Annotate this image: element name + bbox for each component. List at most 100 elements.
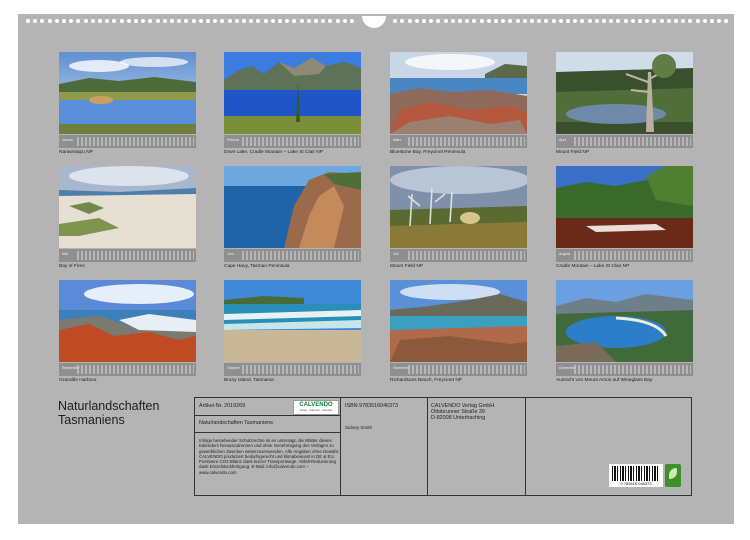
month-name: Februar — [227, 138, 240, 142]
binding-hole — [544, 19, 549, 23]
photo-caption: Bruny Island, Tasmania — [224, 378, 274, 383]
binding-hole — [594, 19, 599, 23]
binding-hole — [105, 19, 110, 23]
binding-hole — [609, 19, 614, 23]
eco-leaf-icon — [665, 464, 681, 487]
day-strip: August — [556, 249, 693, 262]
binding-hole — [587, 19, 592, 23]
binding-hole — [501, 19, 506, 23]
binding-hole — [177, 19, 182, 23]
binding-hole — [90, 19, 95, 23]
binding-hole — [537, 19, 542, 23]
binding-hole — [278, 19, 282, 23]
binding-hole — [321, 19, 326, 23]
isbn: ISBN 9783516046373 — [345, 403, 399, 409]
binding-hole — [26, 19, 30, 23]
binding-hole — [407, 19, 412, 23]
binding-hole — [98, 19, 102, 23]
photo-november — [390, 280, 527, 362]
binding-hole — [702, 19, 707, 23]
day-strip: Februar — [224, 135, 361, 148]
binding-hole — [155, 19, 160, 23]
photo-may — [59, 166, 196, 248]
binding-hole — [443, 19, 448, 23]
binding-hole — [472, 19, 477, 23]
photo-august — [556, 166, 693, 248]
month-name: Oktober — [227, 366, 240, 370]
binding-hole — [422, 19, 426, 23]
binding-hole — [148, 19, 153, 23]
calvendo-logo: CALVENDO Verlag · Calendar · Kalender — [293, 400, 339, 415]
day-strip: Oktober — [224, 363, 361, 376]
binding-hole — [285, 19, 290, 23]
binding-hole — [270, 19, 275, 23]
binding-hole — [170, 19, 174, 23]
binding-hole — [335, 19, 340, 23]
photo-caption: Bluestone Bay, Freycinet Peninsula — [390, 150, 466, 155]
binding-hole — [429, 19, 434, 23]
binding-hole — [256, 19, 261, 23]
photo-caption: Cradle Moutain – Lake St Clair NP — [556, 264, 630, 269]
binding-hole — [263, 19, 268, 23]
binding-hole — [83, 19, 88, 23]
hanger-notch — [362, 16, 386, 28]
binding-hole — [314, 19, 318, 23]
binding-hole — [436, 19, 441, 23]
binding-hole — [486, 19, 491, 23]
photo-caption: Mount Field NP — [556, 150, 590, 155]
binding-hole — [573, 19, 578, 23]
month-name: Juli — [393, 252, 399, 256]
binding-hole — [616, 19, 621, 23]
binding-hole — [33, 19, 38, 23]
binding-hole — [306, 19, 311, 23]
binding-hole — [299, 19, 304, 23]
binding-hole — [69, 19, 74, 23]
binding-hole — [566, 19, 570, 23]
month-name: Januar — [62, 138, 73, 142]
binding-hole — [414, 19, 419, 23]
photo-caption: Mount Field NP — [390, 264, 424, 269]
binding-hole — [328, 19, 333, 23]
binding-hole — [551, 19, 556, 23]
title-line-1: Naturlandschaften — [58, 399, 160, 413]
binding-hole — [450, 19, 455, 23]
month-name: Juni — [227, 252, 234, 256]
photo-january — [59, 52, 196, 134]
day-strip: Juni — [224, 249, 361, 262]
month-name: März — [393, 138, 401, 142]
barcode-number: 9 783516 046373 — [620, 481, 652, 486]
photo-march — [390, 52, 527, 134]
day-strip: Juli — [390, 249, 527, 262]
product-info-box: Artikel-Nr. 2019269 CALVENDO Verlag · Ca… — [194, 397, 692, 496]
binding-hole — [645, 19, 650, 23]
binding-hole — [112, 19, 117, 23]
binding-hole — [198, 19, 203, 23]
binding-hole — [393, 19, 398, 23]
author: Sidney Smith — [345, 425, 373, 430]
binding-hole — [681, 19, 686, 23]
binding-hole — [292, 19, 297, 23]
photo-july — [390, 166, 527, 248]
month-name: Mai — [62, 252, 68, 256]
photo-april — [556, 52, 693, 134]
binding-hole — [342, 19, 347, 23]
photo-february — [224, 52, 361, 134]
photo-caption: Narawntapu NP — [59, 150, 93, 155]
product-title: Naturlandschaften Tasmaniens — [199, 420, 273, 426]
binding-hole — [458, 19, 462, 23]
binding-hole — [134, 19, 138, 23]
binding-hole — [724, 19, 729, 23]
binding-hole — [242, 19, 246, 23]
month-name: April — [559, 138, 567, 142]
photo-caption: Richardsons Beach, Freycinet NP — [390, 378, 462, 383]
photo-june — [224, 166, 361, 248]
binding-hole — [522, 19, 527, 23]
binding-hole — [184, 19, 189, 23]
binding-hole — [400, 19, 405, 23]
binding-hole — [508, 19, 513, 23]
binding-hole — [40, 19, 45, 23]
legal-notice: Infolge bestehender Schutzrechte ist es … — [199, 438, 340, 475]
binding-hole — [213, 19, 218, 23]
photo-september — [59, 280, 196, 362]
day-strip: Januar — [59, 135, 196, 148]
